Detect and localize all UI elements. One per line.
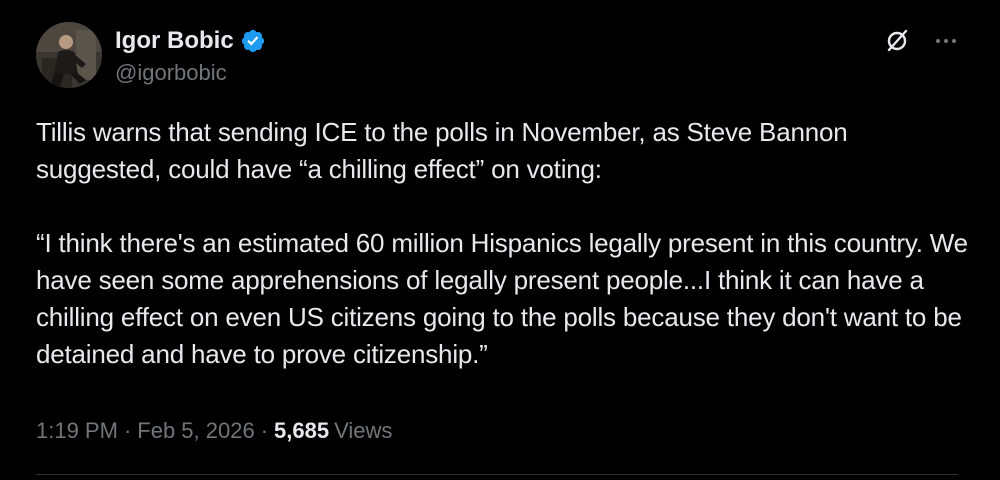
tweet-paragraph-1: Tillis warns that sending ICE to the pol…	[36, 117, 855, 184]
views-label: Views	[334, 418, 393, 443]
tweet-date[interactable]: Feb 5, 2026	[137, 416, 254, 446]
tweet-meta: 1:19 PM · Feb 5, 2026 · 5,685 Views	[36, 416, 392, 446]
meta-separator: ·	[123, 418, 132, 443]
grok-button[interactable]	[880, 24, 914, 58]
more-horizontal-icon	[936, 39, 956, 43]
verified-badge-icon	[240, 28, 266, 54]
tweet-time[interactable]: 1:19 PM	[36, 416, 118, 446]
author-handle[interactable]: @igorbobic	[115, 58, 227, 88]
more-options-button[interactable]	[926, 24, 966, 58]
display-name[interactable]: Igor Bobic	[115, 24, 234, 58]
tweet-detail: Igor Bobic @igorbobic Tillis warns that …	[0, 0, 1000, 480]
tweet-paragraph-2: “I think there's an estimated 60 million…	[36, 228, 975, 369]
avatar[interactable]	[36, 22, 102, 88]
avatar-photo	[36, 22, 102, 88]
views-count: 5,685	[274, 418, 330, 443]
divider	[36, 474, 958, 475]
meta-separator: ·	[260, 418, 269, 443]
grok-slash-circle-icon	[887, 29, 908, 52]
name-row: Igor Bobic	[115, 24, 266, 58]
tweet-body: Tillis warns that sending ICE to the pol…	[36, 114, 976, 373]
